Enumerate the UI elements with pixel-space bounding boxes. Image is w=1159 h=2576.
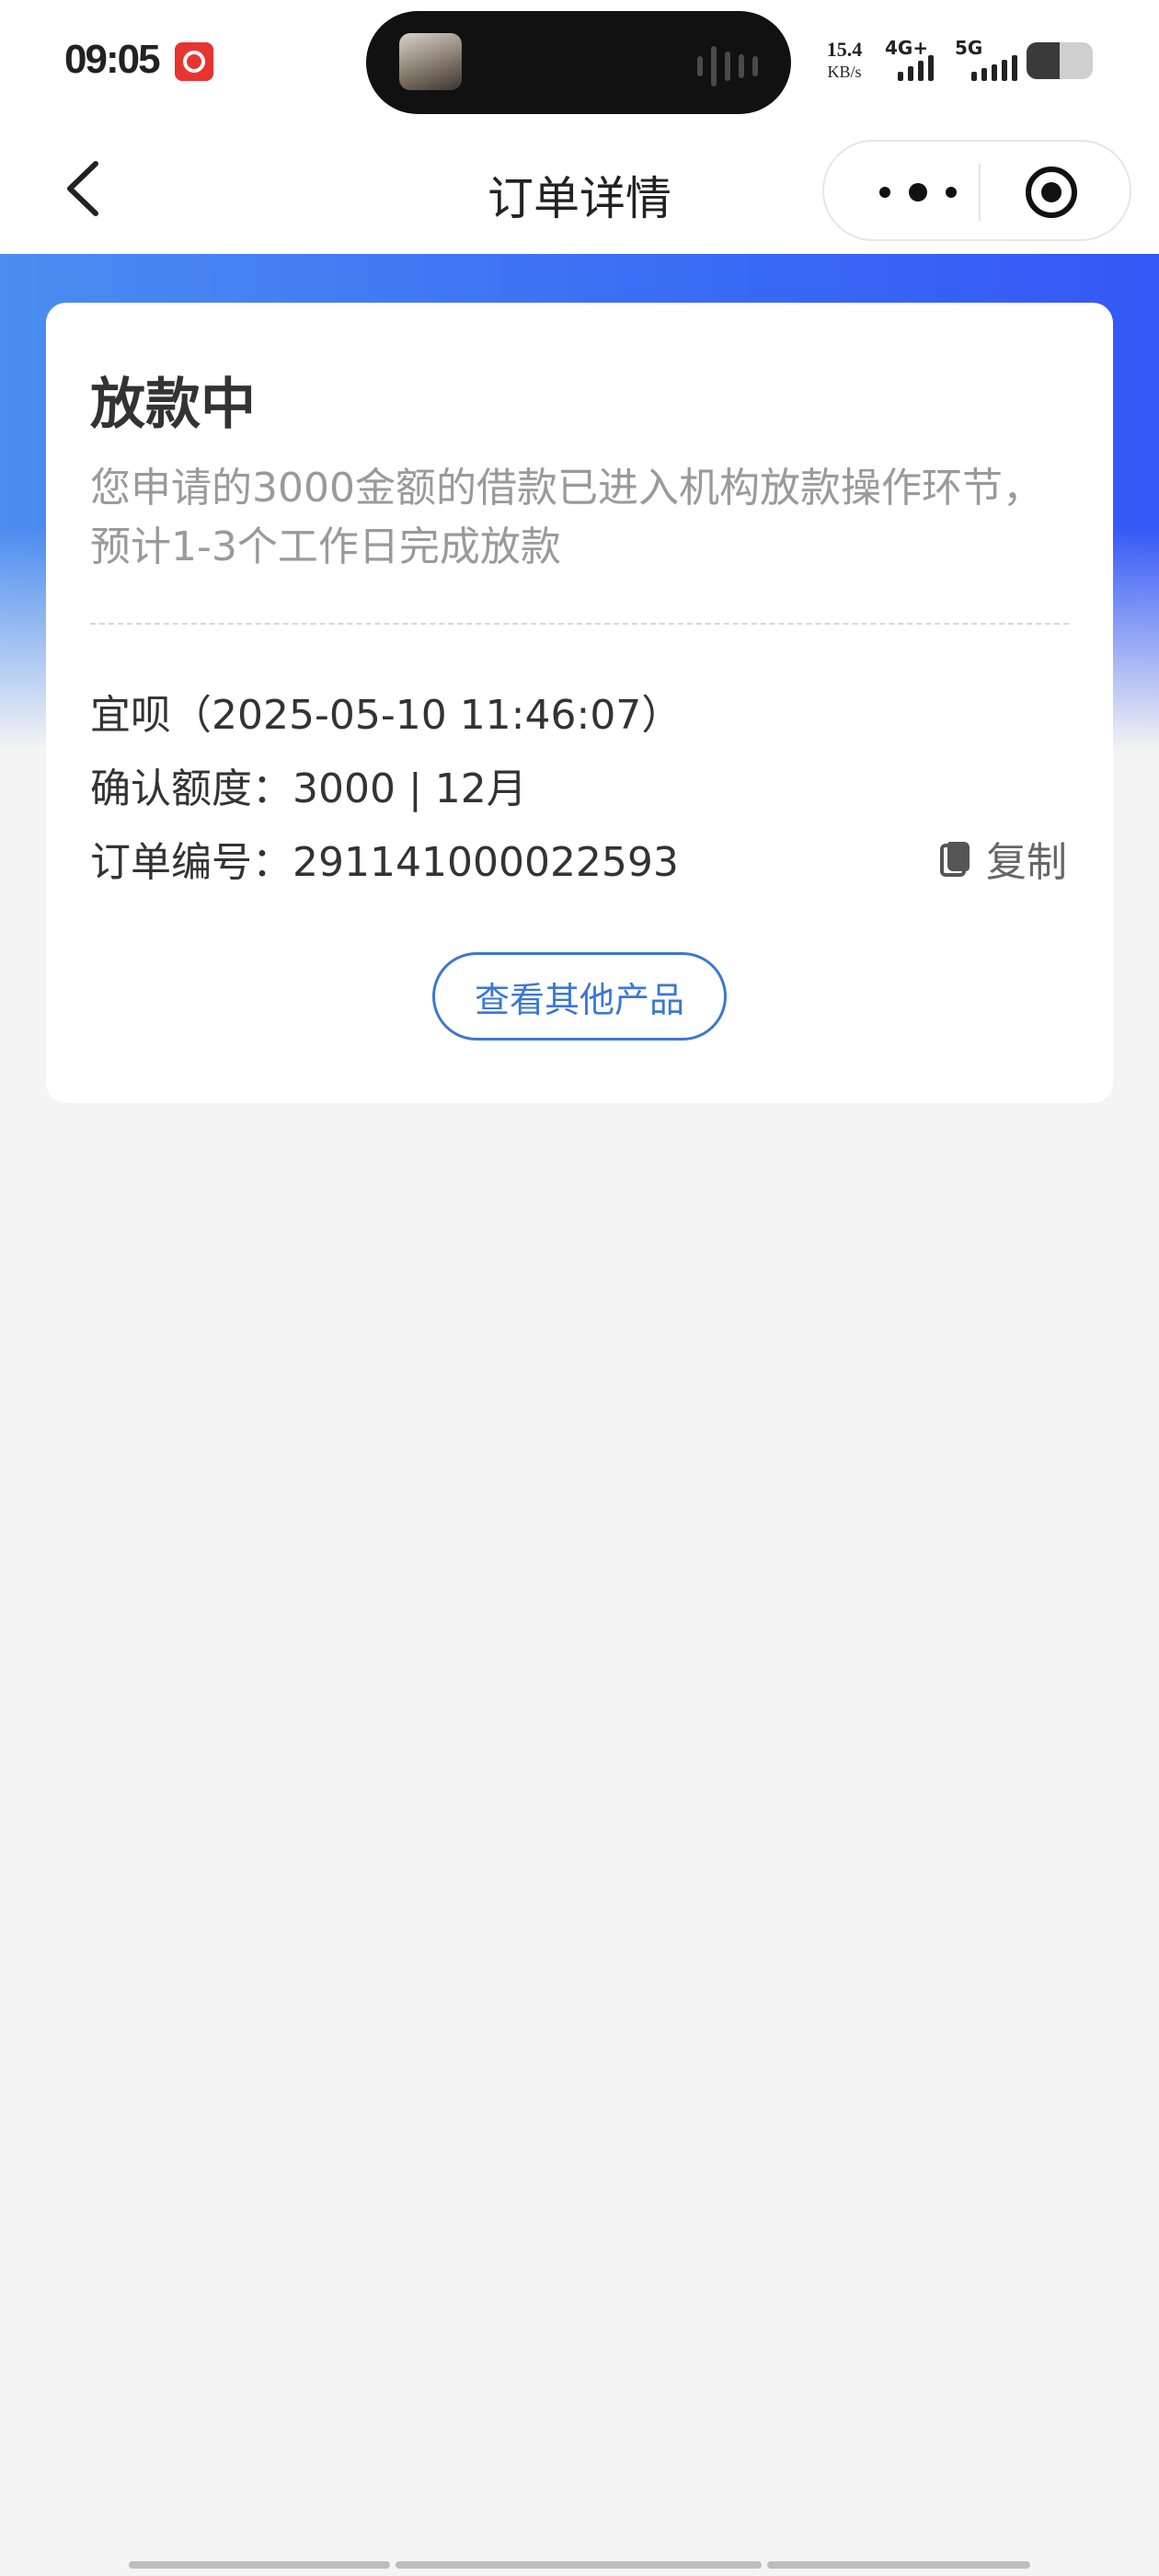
nav-bar: 订单详情 <box>0 129 1159 254</box>
order-number-value: 291141000022593 <box>293 839 679 886</box>
copy-button[interactable]: 复制 <box>940 829 1067 888</box>
audio-wave-icon <box>697 46 758 86</box>
dashed-divider <box>90 623 1069 625</box>
signal-4g-icon: 4G+ <box>885 37 946 85</box>
signal-5g-icon: 5G <box>955 37 1019 85</box>
network-speed: 15.4 KB/s <box>819 39 870 83</box>
battery-icon <box>1027 42 1093 79</box>
order-number-label: 订单编号： <box>90 839 293 886</box>
target-circle-icon <box>1026 167 1077 218</box>
copy-icon <box>940 842 970 877</box>
confirmed-amount: 确认额度：3000 | 12月 <box>90 765 527 812</box>
home-indicator-segment <box>396 2561 762 2569</box>
dynamic-island[interactable] <box>366 11 791 114</box>
status-bar: 09:05 15.4 KB/s 4G+ 5G <box>0 0 1159 129</box>
mini-program-capsule <box>822 140 1131 241</box>
home-indicator-segment <box>767 2561 1030 2569</box>
more-dots-icon <box>879 183 957 201</box>
copy-label: 复制 <box>986 839 1067 886</box>
network-speed-value: 15.4 <box>826 38 863 61</box>
close-mini-program-button[interactable] <box>1025 166 1078 219</box>
order-number-row: 订单编号：291141000022593 <box>90 829 679 888</box>
loan-status-description: 您申请的3000金额的借款已进入机构放款操作环节，预计1-3个工作日完成放款 <box>90 465 1043 570</box>
netease-music-icon <box>175 42 213 81</box>
capsule-divider <box>979 164 981 221</box>
album-cover-thumbnail <box>399 33 462 90</box>
view-other-products-button[interactable]: 查看其他产品 <box>432 952 727 1041</box>
network-speed-unit: KB/s <box>827 63 862 81</box>
product-info: 宜呗（2025-05-10 11:46:07） <box>90 692 683 739</box>
battery-level-fill <box>1027 42 1060 79</box>
more-button[interactable] <box>863 169 973 215</box>
home-indicator-segment <box>129 2561 390 2569</box>
order-card: 放款中 您申请的3000金额的借款已进入机构放款操作环节，预计1-3个工作日完成… <box>46 303 1113 1103</box>
status-time: 09:05 <box>64 37 161 82</box>
loan-status-title: 放款中 <box>90 373 256 437</box>
